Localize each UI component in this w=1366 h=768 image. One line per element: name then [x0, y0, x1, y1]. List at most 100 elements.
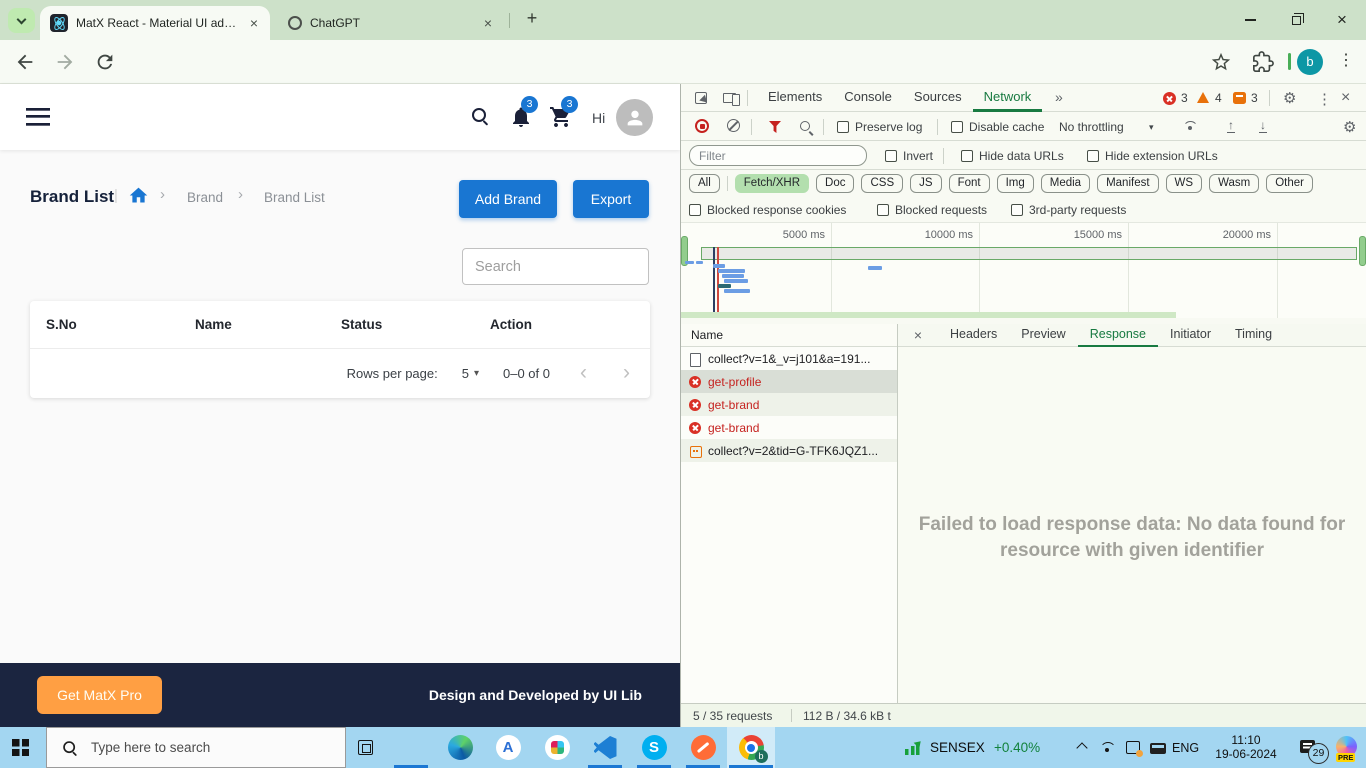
stock-ticker-icon[interactable]: [905, 740, 922, 755]
issues-icon[interactable]: [1233, 92, 1246, 104]
settings-gear-icon[interactable]: ⚙: [1283, 89, 1296, 107]
pagination-next-button[interactable]: ›: [617, 361, 636, 385]
devtools-tab-sources[interactable]: Sources: [903, 84, 973, 112]
taskbar-app-postman[interactable]: [679, 727, 727, 768]
hide-data-urls-checkbox[interactable]: [961, 150, 973, 162]
hide-extension-urls-label[interactable]: Hide extension URLs: [1105, 149, 1218, 163]
user-avatar[interactable]: [616, 99, 653, 136]
taskbar-app-chrome[interactable]: b: [727, 727, 775, 768]
issue-count[interactable]: 3: [1251, 91, 1258, 105]
get-matx-pro-button[interactable]: Get MatX Pro: [37, 676, 162, 714]
taskbar-app-skype[interactable]: S: [630, 727, 678, 768]
restore-button[interactable]: [1274, 0, 1318, 40]
start-button[interactable]: [12, 739, 29, 756]
detail-tab-headers[interactable]: Headers: [938, 324, 1009, 347]
search-icon[interactable]: [471, 107, 489, 125]
import-har-icon[interactable]: ↑: [1227, 119, 1235, 133]
taskbar-app-app-a[interactable]: A: [484, 727, 532, 768]
request-row[interactable]: collect?v=1&_v=j101&a=191...: [681, 347, 897, 370]
tray-app-icon[interactable]: [1126, 741, 1140, 754]
detail-tab-initiator[interactable]: Initiator: [1158, 324, 1223, 347]
filter-chip-fetch-xhr[interactable]: Fetch/XHR: [735, 174, 809, 193]
rows-per-page-select[interactable]: 5 ▾: [462, 366, 479, 381]
export-button[interactable]: Export: [573, 180, 649, 218]
console-warnings-icon[interactable]: [1197, 92, 1209, 103]
filter-chip-wasm[interactable]: Wasm: [1209, 174, 1259, 193]
export-har-icon[interactable]: ↓: [1259, 119, 1267, 133]
browser-tab-matx[interactable]: MatX React - Material UI admin ×: [40, 6, 270, 40]
tab-search-button[interactable]: [8, 8, 35, 33]
filter-funnel-icon[interactable]: [769, 121, 781, 133]
ticker-label[interactable]: SENSEX: [930, 740, 985, 755]
hide-data-urls-label[interactable]: Hide data URLs: [979, 149, 1064, 163]
throttling-select[interactable]: No throttling: [1059, 120, 1124, 134]
network-settings-gear-icon[interactable]: ⚙: [1343, 118, 1356, 136]
filter-chip-ws[interactable]: WS: [1166, 174, 1203, 193]
more-tabs-button[interactable]: »: [1055, 89, 1063, 105]
network-overview-timeline[interactable]: 5000 ms10000 ms15000 ms20000 ms: [681, 223, 1366, 318]
cart-button[interactable]: 3: [549, 105, 573, 129]
taskbar-app-vscode[interactable]: [581, 727, 629, 768]
add-brand-button[interactable]: Add Brand: [459, 180, 557, 218]
taskbar-app-slack[interactable]: [533, 727, 581, 768]
filter-chip-js[interactable]: JS: [910, 174, 941, 193]
filter-chip-other[interactable]: Other: [1266, 174, 1313, 193]
console-errors-icon[interactable]: [1163, 92, 1176, 105]
new-tab-button[interactable]: +: [519, 6, 545, 32]
taskbar-app-file-explorer[interactable]: [387, 727, 435, 768]
request-row[interactable]: collect?v=2&tid=G-TFK6JQZ1...: [681, 439, 897, 462]
request-row[interactable]: get-profile: [681, 370, 897, 393]
language-indicator[interactable]: ENG: [1172, 741, 1199, 755]
timeline-right-handle[interactable]: [1359, 236, 1366, 266]
detail-tab-preview[interactable]: Preview: [1009, 324, 1077, 347]
taskbar-clock[interactable]: 11:10 19-06-2024: [1198, 727, 1294, 768]
keyboard-icon[interactable]: [1150, 743, 1166, 754]
task-view-icon[interactable]: [358, 740, 373, 755]
extensions-icon[interactable]: [1252, 51, 1274, 73]
error-count[interactable]: 3: [1181, 91, 1188, 105]
request-row[interactable]: get-brand: [681, 393, 897, 416]
breadcrumb-home-icon[interactable]: [128, 185, 149, 211]
reload-button[interactable]: [94, 51, 116, 73]
network-search-icon[interactable]: [799, 120, 813, 134]
browser-profile-avatar[interactable]: b: [1297, 49, 1323, 75]
inspect-element-icon[interactable]: [695, 92, 707, 104]
blocked-cookies-checkbox[interactable]: [689, 204, 701, 216]
forward-button[interactable]: [54, 51, 76, 73]
disable-cache-label[interactable]: Disable cache: [969, 120, 1044, 134]
pagination-prev-button[interactable]: ‹: [574, 361, 593, 385]
devtools-tab-elements[interactable]: Elements: [757, 84, 833, 112]
close-detail-icon[interactable]: ×: [898, 327, 938, 343]
request-row[interactable]: get-brand: [681, 416, 897, 439]
tray-expand-icon[interactable]: [1076, 742, 1087, 753]
close-tab-icon[interactable]: ×: [482, 15, 494, 31]
close-tab-icon[interactable]: ×: [248, 15, 260, 31]
bookmark-star-icon[interactable]: [1210, 51, 1232, 73]
filter-chip-font[interactable]: Font: [949, 174, 990, 193]
preserve-log-checkbox[interactable]: [837, 121, 849, 133]
devtools-tab-network[interactable]: Network: [973, 84, 1043, 112]
request-list-header[interactable]: Name: [681, 324, 897, 347]
detail-tab-timing[interactable]: Timing: [1223, 324, 1284, 347]
close-window-button[interactable]: ×: [1320, 0, 1364, 40]
wifi-icon[interactable]: [1100, 742, 1115, 754]
blocked-requests-label[interactable]: Blocked requests: [895, 203, 987, 217]
devtools-tab-console[interactable]: Console: [833, 84, 903, 112]
timeline-scrollbar[interactable]: [681, 312, 1176, 318]
network-filter-input[interactable]: [689, 145, 867, 166]
blocked-requests-checkbox[interactable]: [877, 204, 889, 216]
filter-chip-img[interactable]: Img: [997, 174, 1034, 193]
menu-toggle-button[interactable]: [26, 108, 50, 126]
warning-count[interactable]: 4: [1215, 91, 1222, 105]
blocked-cookies-label[interactable]: Blocked response cookies: [707, 203, 846, 217]
notification-count-badge[interactable]: 29: [1308, 743, 1329, 764]
filter-chip-media[interactable]: Media: [1041, 174, 1090, 193]
ticker-change[interactable]: +0.40%: [994, 740, 1040, 755]
taskbar-app-edge[interactable]: [436, 727, 484, 768]
breadcrumb-brand[interactable]: Brand: [187, 190, 223, 205]
record-network-log-icon[interactable]: [695, 119, 709, 133]
back-button[interactable]: [14, 51, 36, 73]
filter-chip-doc[interactable]: Doc: [816, 174, 854, 193]
device-toolbar-icon[interactable]: [723, 93, 736, 103]
third-party-checkbox[interactable]: [1011, 204, 1023, 216]
